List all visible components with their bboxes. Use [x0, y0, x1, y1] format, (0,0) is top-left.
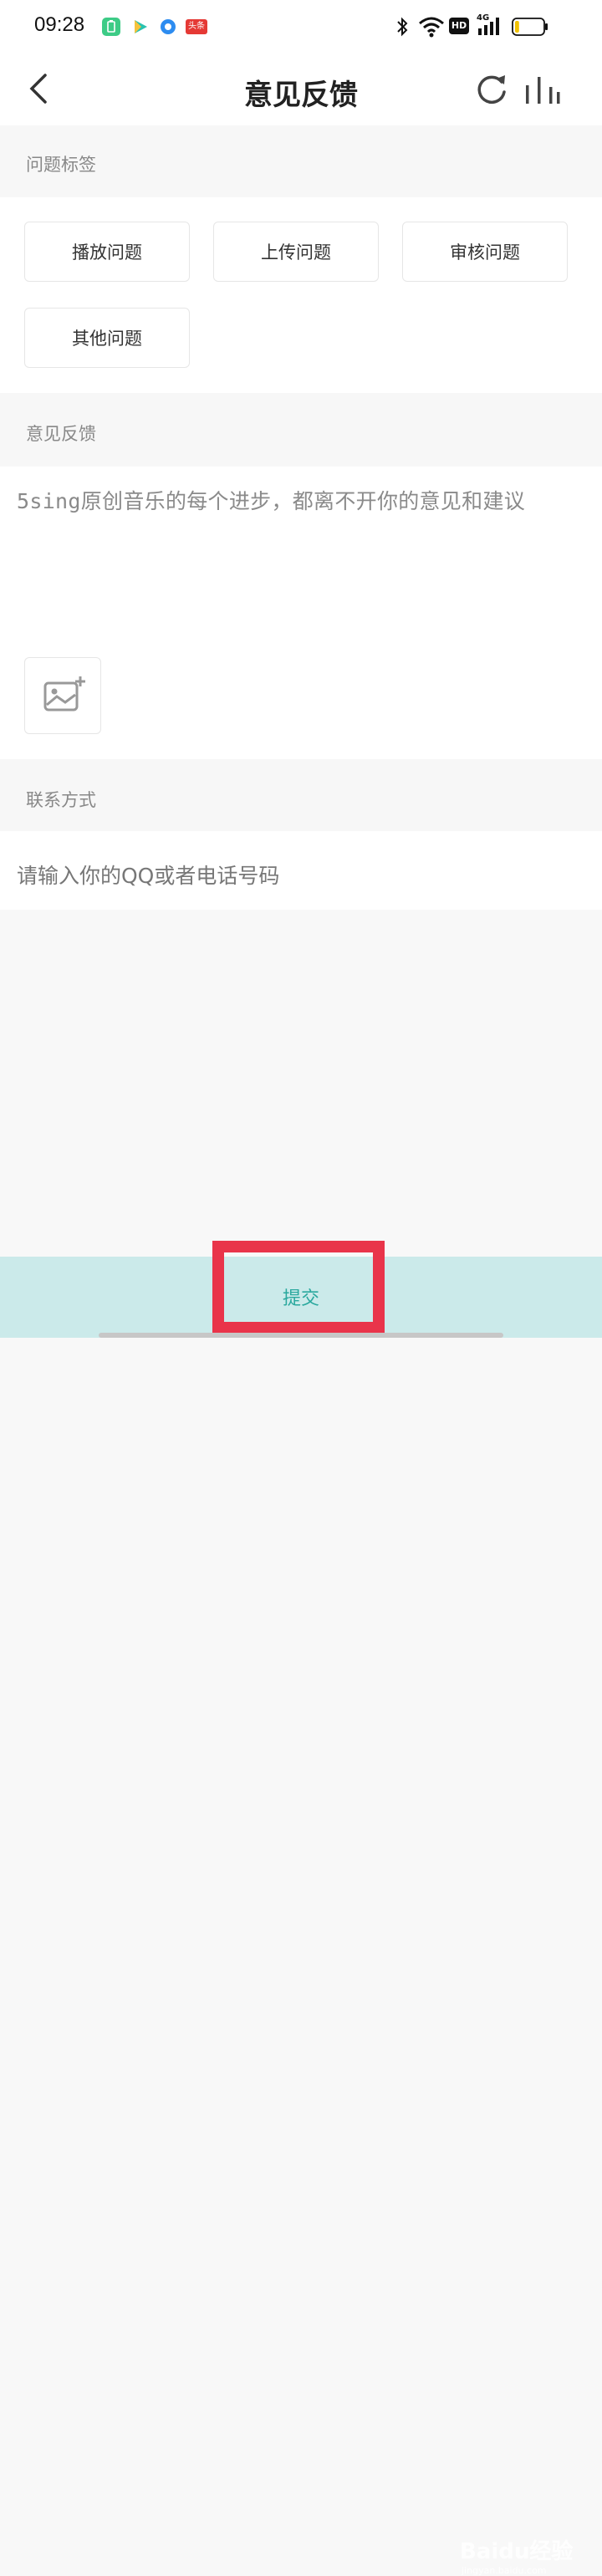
tag-playback[interactable]: 播放问题 — [24, 222, 190, 282]
contact-header: 联系方式 — [0, 759, 602, 831]
equalizer-icon[interactable] — [523, 75, 562, 109]
nav-bar: 意见反馈 — [0, 54, 602, 125]
issue-tags-panel: 播放问题 上传问题 审核问题 其他问题 — [0, 197, 602, 393]
status-time: 09:28 — [34, 13, 85, 36]
highlight-box — [212, 1241, 385, 1334]
watermark: Baidu经验 jingyan.baidu.com — [460, 2534, 573, 2576]
add-image-icon — [42, 675, 89, 722]
feedback-title: 意见反馈 — [26, 424, 96, 444]
battery-icon — [512, 18, 548, 39]
feedback-header: 意见反馈 — [0, 393, 602, 467]
refresh-icon[interactable] — [474, 72, 509, 110]
watermark-text: Baidu经验 — [460, 2539, 574, 2564]
home-indicator — [99, 1333, 503, 1338]
signal-label: 4G — [477, 13, 490, 23]
add-image-button[interactable] — [24, 657, 101, 734]
hd-badge: HD — [449, 18, 469, 34]
signal-icon: 4G — [477, 13, 505, 42]
browser-icon — [159, 18, 177, 36]
contact-input[interactable]: 请输入你的QQ或者电话号码 — [17, 860, 279, 890]
battery-saver-icon — [102, 18, 120, 36]
bluetooth-icon — [395, 15, 410, 42]
status-bar: 09:28 头条 HD 4G — [0, 0, 602, 54]
tag-other[interactable]: 其他问题 — [24, 308, 190, 368]
issue-tags-title: 问题标签 — [26, 155, 96, 175]
video-play-icon — [131, 18, 150, 36]
toutiao-icon: 头条 — [186, 19, 207, 34]
tag-upload[interactable]: 上传问题 — [213, 222, 379, 282]
contact-title: 联系方式 — [26, 790, 96, 810]
contact-panel: 请输入你的QQ或者电话号码 — [0, 831, 602, 910]
watermark-sub: jingyan.baidu.com — [462, 2565, 547, 2576]
issue-tags-header: 问题标签 — [0, 125, 602, 197]
tag-review[interactable]: 审核问题 — [402, 222, 568, 282]
page-title: 意见反馈 — [244, 79, 358, 112]
toutiao-label: 头条 — [188, 22, 205, 31]
feedback-textarea[interactable]: 5sing原创音乐的每个进步，都离不开你的意见和建议 — [17, 485, 525, 515]
wifi-icon — [418, 15, 445, 42]
feedback-panel: 5sing原创音乐的每个进步，都离不开你的意见和建议 — [0, 467, 602, 759]
